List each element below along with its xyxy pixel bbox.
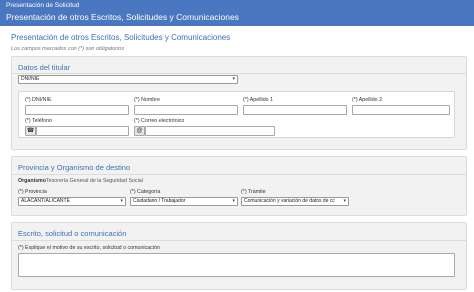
required-note: Los campos marcados con (*) son obligato… bbox=[11, 46, 125, 52]
email-input[interactable] bbox=[145, 126, 275, 136]
apellido2-label: (*) Apellido 2 bbox=[352, 97, 383, 103]
titular-fields-box: (*) DNI/NIE (*) Nombre (*) Apellido 1 (*… bbox=[18, 91, 455, 138]
panel-divider bbox=[12, 174, 466, 175]
doc-type-value: DNI/NIE bbox=[21, 76, 40, 82]
header-title: Presentación de otros Escritos, Solicitu… bbox=[6, 12, 239, 22]
phone-icon: ☎ bbox=[25, 126, 36, 136]
doc-type-select[interactable]: DNI/NIE ▾ bbox=[18, 75, 238, 84]
nombre-label: (*) Nombre bbox=[134, 97, 160, 103]
chevron-down-icon: ▾ bbox=[120, 198, 123, 204]
chevron-down-icon: ▾ bbox=[343, 198, 346, 204]
panel-title-titular: Datos del titular bbox=[18, 63, 71, 72]
panel-divider bbox=[12, 240, 466, 241]
panel-escrito: Escrito, solicitud o comunicación (*) Ex… bbox=[11, 222, 467, 290]
page-title: Presentación de otros Escritos, Solicitu… bbox=[11, 33, 231, 42]
panel-divider bbox=[12, 73, 466, 74]
at-icon: @ bbox=[134, 126, 145, 136]
motivo-textarea[interactable] bbox=[18, 253, 455, 277]
apellido1-label: (*) Apellido 1 bbox=[243, 97, 274, 103]
chevron-down-icon: ▾ bbox=[232, 76, 235, 82]
chevron-down-icon: ▾ bbox=[232, 198, 235, 204]
categoria-label: (*) Categoría bbox=[130, 189, 161, 195]
panel-title-destino: Provincia y Organismo de destino bbox=[18, 163, 131, 172]
provincia-select[interactable]: ALACANT/ALICANTE ▾ bbox=[18, 197, 126, 206]
provincia-label: (*) Provincia bbox=[18, 189, 47, 195]
dni-label: (*) DNI/NIE bbox=[25, 97, 52, 103]
provincia-value: ALACANT/ALICANTE bbox=[21, 198, 70, 204]
panel-destino: Provincia y Organismo de destino Organis… bbox=[11, 156, 467, 216]
telefono-label: (*) Teléfono bbox=[25, 118, 52, 124]
tramite-label: (*) Trámite bbox=[241, 189, 266, 195]
nombre-input[interactable] bbox=[134, 105, 238, 115]
categoria-value: Ciudadano / Trabajador bbox=[133, 198, 186, 204]
app-header: Presentación de Solicitud Presentación d… bbox=[0, 0, 474, 26]
tramite-select[interactable]: Comunicación y variación de datos de cc … bbox=[241, 197, 349, 206]
categoria-select[interactable]: Ciudadano / Trabajador ▾ bbox=[130, 197, 238, 206]
tramite-value: Comunicación y variación de datos de cc bbox=[244, 198, 335, 204]
organismo-value: Tesorería General de la Seguridad Social bbox=[46, 178, 143, 184]
motivo-label: (*) Explique el motivo de su escrito, so… bbox=[18, 245, 160, 251]
telefono-input[interactable] bbox=[36, 126, 129, 136]
organismo-label: Organismo bbox=[18, 178, 46, 184]
apellido1-input[interactable] bbox=[243, 105, 347, 115]
email-label: (*) Correo electrónico bbox=[134, 118, 185, 124]
dni-input[interactable] bbox=[25, 105, 129, 115]
header-section: Presentación de Solicitud bbox=[6, 2, 80, 9]
apellido2-input[interactable] bbox=[352, 105, 450, 115]
panel-titular: Datos del titular DNI/NIE ▾ (*) DNI/NIE … bbox=[11, 56, 467, 150]
panel-title-escrito: Escrito, solicitud o comunicación bbox=[18, 229, 127, 238]
